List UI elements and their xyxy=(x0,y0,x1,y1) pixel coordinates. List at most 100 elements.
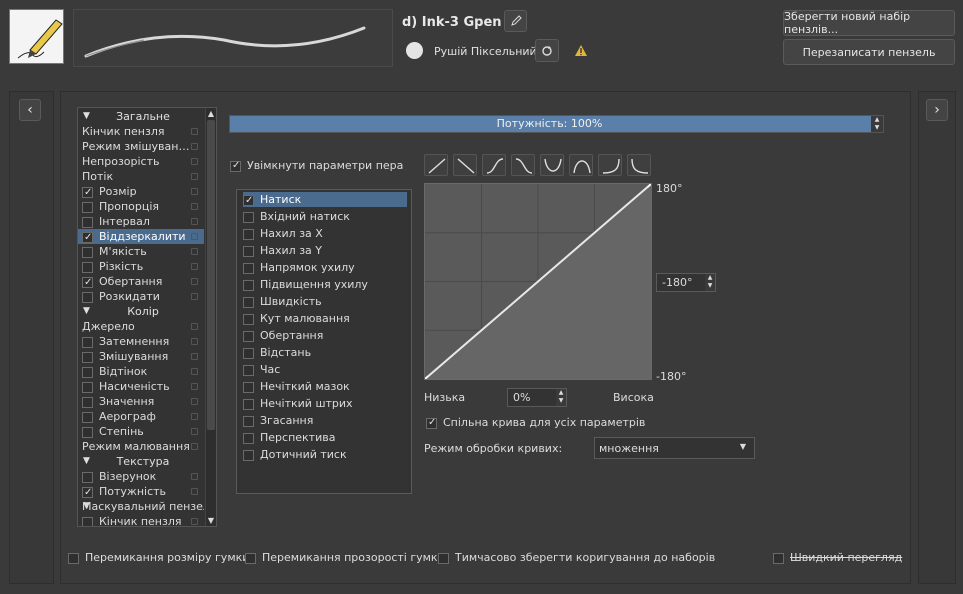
option-item[interactable]: Віддзеркалити xyxy=(78,229,204,244)
sensor-item[interactable]: Відстань xyxy=(243,345,407,360)
quick-preview-checkbox[interactable]: Швидкий перегляд xyxy=(773,551,902,565)
lock-icon[interactable] xyxy=(191,188,198,195)
sensor-checkbox[interactable] xyxy=(243,432,254,444)
sensor-checkbox[interactable] xyxy=(243,245,254,257)
scrollbar[interactable]: ▲ ▼ xyxy=(205,108,216,526)
sensor-item[interactable]: Згасання xyxy=(243,413,407,428)
curve-editor[interactable] xyxy=(421,180,655,383)
sensor-item[interactable]: Нечіткий мазок xyxy=(243,379,407,394)
option-checkbox[interactable] xyxy=(82,366,93,378)
expand-triangle-icon[interactable]: ▼ xyxy=(83,454,90,469)
option-checkbox[interactable] xyxy=(82,185,93,199)
option-item[interactable]: Пропорція xyxy=(78,199,204,214)
shared-curve-check[interactable] xyxy=(426,416,437,430)
save-new-preset-button[interactable]: Зберегти новий набір пензлів... xyxy=(783,10,955,36)
sensor-checkbox[interactable] xyxy=(243,211,254,223)
collapse-left-button[interactable]: ‹ xyxy=(19,99,41,121)
curve-preset-button[interactable] xyxy=(540,154,564,176)
lock-icon[interactable] xyxy=(191,413,198,420)
option-item[interactable]: Степінь xyxy=(78,424,204,439)
option-list[interactable]: ▼ Загальне Кінчик пензля Режим змішуван… Неп… xyxy=(77,107,217,527)
curve-preset-button[interactable] xyxy=(482,154,506,176)
sensor-checkbox[interactable] xyxy=(243,313,254,325)
curve-preset-button[interactable] xyxy=(569,154,593,176)
option-item[interactable]: Режим малювання xyxy=(78,439,204,454)
sensor-item[interactable]: Нахил за X xyxy=(243,226,407,241)
sensor-checkbox[interactable] xyxy=(243,449,254,461)
rename-button[interactable] xyxy=(504,10,527,32)
curve-value-spin[interactable]: -180° ▲ ▼ xyxy=(656,273,716,292)
sensor-item[interactable]: Перспектива xyxy=(243,430,407,445)
option-item[interactable]: Кінчик пензля xyxy=(78,124,204,139)
curve-preset-button[interactable] xyxy=(511,154,535,176)
sensor-item[interactable]: Вхідний натиск xyxy=(243,209,407,224)
sensor-checkbox[interactable] xyxy=(243,330,254,342)
option-checkbox[interactable] xyxy=(82,396,93,408)
curve-preset-button[interactable] xyxy=(627,154,651,176)
option-item[interactable]: Візерунок xyxy=(78,469,204,484)
option-item[interactable]: Розкидати xyxy=(78,289,204,304)
lock-icon[interactable] xyxy=(191,278,198,285)
sensor-checkbox[interactable] xyxy=(243,415,254,427)
lock-icon[interactable] xyxy=(191,158,198,165)
option-item[interactable]: Режим змішуван… xyxy=(78,139,204,154)
sensor-checkbox[interactable] xyxy=(243,262,254,274)
sensor-item[interactable]: Підвищення ухилу xyxy=(243,277,407,292)
option-item[interactable]: Змішування xyxy=(78,349,204,364)
reload-button[interactable] xyxy=(535,39,559,62)
option-item[interactable]: Непрозорість xyxy=(78,154,204,169)
sensor-checkbox[interactable] xyxy=(243,228,254,240)
lock-icon[interactable] xyxy=(191,428,198,435)
lock-icon[interactable] xyxy=(191,218,198,225)
option-item[interactable]: Обертання xyxy=(78,274,204,289)
option-item[interactable]: ▼ Загальне xyxy=(78,109,204,124)
option-checkbox[interactable] xyxy=(82,246,93,258)
overwrite-brush-button[interactable]: Перезаписати пензель xyxy=(783,39,955,65)
lock-icon[interactable] xyxy=(191,383,198,390)
lock-icon[interactable] xyxy=(191,353,198,360)
sensor-item[interactable]: Швидкість xyxy=(243,294,407,309)
curve-preset-button[interactable] xyxy=(424,154,448,176)
sensor-item[interactable]: Дотичний тиск xyxy=(243,447,407,462)
enable-pen-check[interactable] xyxy=(230,159,241,173)
brush-icon-thumbnail[interactable] xyxy=(9,9,64,64)
option-checkbox[interactable] xyxy=(82,485,93,499)
eraser-size-checkbox[interactable]: Перемикання розміру гумки xyxy=(68,551,249,565)
option-item[interactable]: Затемнення xyxy=(78,334,204,349)
low-spin-arrows[interactable]: ▲ ▼ xyxy=(556,389,566,406)
option-checkbox[interactable] xyxy=(82,516,93,526)
option-checkbox[interactable] xyxy=(82,351,93,363)
scroll-up-icon[interactable]: ▲ xyxy=(206,108,216,119)
expand-triangle-icon[interactable]: ▼ xyxy=(83,109,90,124)
enable-pen-checkbox[interactable]: Увімкнути параметри пера xyxy=(230,159,403,173)
sensor-list[interactable]: Натиск Вхідний натиск Нахил за X Нахил за Y… xyxy=(236,189,412,494)
curve-preset-button[interactable] xyxy=(598,154,622,176)
sensor-item[interactable]: Напрямок ухилу xyxy=(243,260,407,275)
lock-icon[interactable] xyxy=(191,338,198,345)
sensor-item[interactable]: Нахил за Y xyxy=(243,243,407,258)
sensor-item[interactable]: Обертання xyxy=(243,328,407,343)
option-item[interactable]: Потік xyxy=(78,169,204,184)
strength-spin[interactable]: ▲ ▼ xyxy=(871,116,883,132)
sensor-checkbox[interactable] xyxy=(243,296,254,308)
sensor-item[interactable]: Нечіткий штрих xyxy=(243,396,407,411)
sensor-item[interactable]: Кут малювання xyxy=(243,311,407,326)
expand-triangle-icon[interactable]: ▼ xyxy=(83,499,90,514)
lock-icon[interactable] xyxy=(191,443,198,450)
option-item[interactable]: Відтінок xyxy=(78,364,204,379)
lock-icon[interactable] xyxy=(191,518,198,525)
option-item[interactable]: Насиченість xyxy=(78,379,204,394)
option-checkbox[interactable] xyxy=(82,230,93,244)
lock-icon[interactable] xyxy=(191,128,198,135)
lock-icon[interactable] xyxy=(191,323,198,330)
eraser-opacity-check[interactable] xyxy=(245,552,256,564)
lock-icon[interactable] xyxy=(191,488,198,495)
option-item[interactable]: М'якість xyxy=(78,244,204,259)
sensor-checkbox[interactable] xyxy=(243,381,254,393)
scroll-thumb[interactable] xyxy=(207,120,215,430)
lock-icon[interactable] xyxy=(191,203,198,210)
option-item[interactable]: Аерограф xyxy=(78,409,204,424)
temp-save-checkbox[interactable]: Тимчасово зберегти коригування до наборі… xyxy=(438,551,715,565)
eraser-size-check[interactable] xyxy=(68,552,79,564)
option-item[interactable]: Розмір xyxy=(78,184,204,199)
